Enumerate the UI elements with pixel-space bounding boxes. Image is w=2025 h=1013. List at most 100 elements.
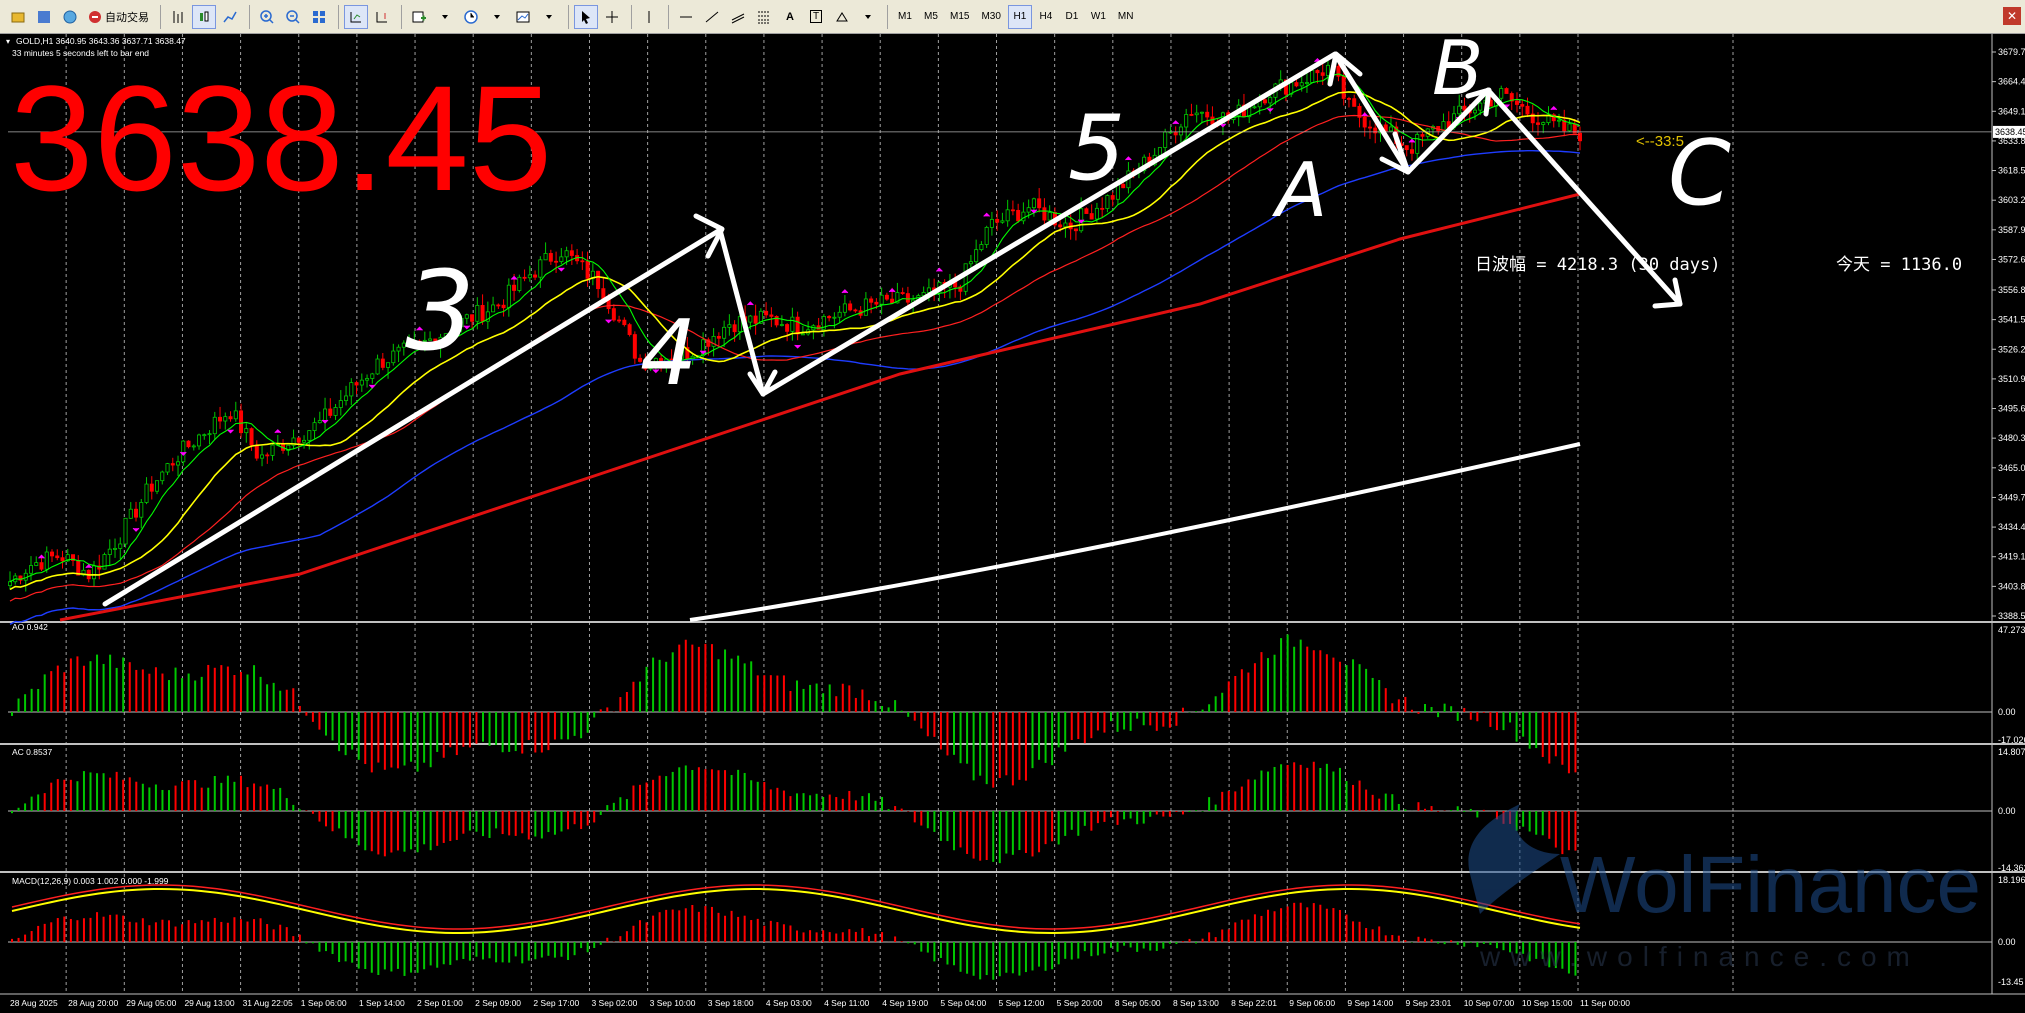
candle-body xyxy=(995,218,1000,223)
timeframe-w1-button[interactable]: W1 xyxy=(1086,5,1111,29)
candle-body xyxy=(764,310,769,316)
channel-icon[interactable] xyxy=(726,5,750,29)
toolbar-separator xyxy=(668,4,669,29)
tile-windows-icon[interactable] xyxy=(307,5,331,29)
price-scale-label: 3618.50 xyxy=(1998,166,2025,176)
price-scale-label: 3664.40 xyxy=(1998,77,2025,87)
close-icon[interactable]: ✕ xyxy=(2003,7,2021,25)
fractal-up-icon xyxy=(841,289,849,294)
templates-icon[interactable] xyxy=(511,5,535,29)
candle-body xyxy=(585,260,590,279)
timeframe-h1-button[interactable]: H1 xyxy=(1007,4,1032,29)
new-order-icon[interactable] xyxy=(6,5,30,29)
dropdown-arrow-icon[interactable] xyxy=(537,5,561,29)
candle-body xyxy=(333,407,338,416)
indicators-icon[interactable] xyxy=(407,5,431,29)
price-scale-label: 3510.95 xyxy=(1998,374,2025,384)
candle-body xyxy=(328,408,333,416)
candle-body xyxy=(1420,134,1425,137)
dropdown-arrow-icon[interactable] xyxy=(433,5,457,29)
trendline-icon[interactable] xyxy=(700,5,724,29)
fibonacci-icon[interactable] xyxy=(752,5,776,29)
candle-body xyxy=(1073,228,1078,232)
text-label-tool-button[interactable]: T xyxy=(804,5,828,29)
candle-body xyxy=(317,420,322,424)
auto-scroll-icon[interactable] xyxy=(344,4,368,29)
auto-trading-icon xyxy=(89,10,101,23)
timeframe-m15-button[interactable]: M15 xyxy=(945,5,974,29)
chart-shift-icon[interactable] xyxy=(370,5,394,29)
candle-body xyxy=(349,382,354,397)
candle-body xyxy=(144,483,149,503)
candle-body xyxy=(60,557,65,562)
candle-body xyxy=(375,358,380,375)
toolbar-separator xyxy=(631,4,632,29)
chart-canvas[interactable]: 3679.703664.403649.103633.803618.503603.… xyxy=(0,34,2025,1013)
zoom-in-icon[interactable] xyxy=(255,5,279,29)
candle-body xyxy=(769,314,774,317)
timeframe-m1-button[interactable]: M1 xyxy=(893,5,917,29)
vertical-line-icon[interactable] xyxy=(637,5,661,29)
fractal-up-icon xyxy=(747,301,754,306)
periods-clock-icon[interactable] xyxy=(459,5,483,29)
candle-body xyxy=(1352,98,1357,107)
time-axis-label: 29 Aug 05:00 xyxy=(126,998,176,1008)
candle-body xyxy=(386,362,391,368)
candle-body xyxy=(800,333,805,336)
fractal-up-icon xyxy=(1550,106,1558,111)
time-axis-label: 1 Sep 14:00 xyxy=(359,998,405,1008)
candle-body xyxy=(559,256,564,262)
candle-body xyxy=(1178,126,1183,136)
candle-body xyxy=(842,303,847,313)
chart-window[interactable]: 3679.703664.403649.103633.803618.503603.… xyxy=(0,34,2025,1013)
fractal-up-icon xyxy=(1408,138,1416,143)
candle-body xyxy=(391,350,396,364)
timeframe-m5-button[interactable]: M5 xyxy=(919,5,943,29)
text-tool-button[interactable]: A xyxy=(778,5,802,29)
price-scale-label: 3388.55 xyxy=(1998,611,2025,621)
dropdown-arrow-icon[interactable] xyxy=(485,5,509,29)
price-scale-label: 3449.75 xyxy=(1998,492,2025,502)
horizontal-line-icon[interactable] xyxy=(674,5,698,29)
cursor-icon[interactable] xyxy=(574,4,598,29)
timeframe-h4-button[interactable]: H4 xyxy=(1034,5,1058,29)
price-scale-label: 3465.05 xyxy=(1998,463,2025,473)
candle-body xyxy=(118,543,123,549)
crosshair-icon[interactable] xyxy=(600,5,624,29)
time-axis-label: 3 Sep 02:00 xyxy=(591,998,637,1008)
market-watch-icon[interactable] xyxy=(32,5,56,29)
candle-body xyxy=(1541,122,1546,125)
candle-body xyxy=(1199,111,1204,114)
candle-body xyxy=(890,298,895,304)
candle-body xyxy=(517,276,522,291)
navigator-icon[interactable] xyxy=(58,5,82,29)
candle-body xyxy=(1346,98,1351,100)
time-axis-label: 8 Sep 05:00 xyxy=(1115,998,1161,1008)
candle-body xyxy=(233,410,238,420)
bar-chart-icon[interactable] xyxy=(166,5,190,29)
dropdown-arrow-icon[interactable] xyxy=(856,5,880,29)
candle-body xyxy=(1504,88,1509,94)
candle-body xyxy=(617,319,622,322)
auto-trading-button[interactable]: 自动交易 xyxy=(84,5,153,29)
candle-body xyxy=(491,304,496,313)
candle-body xyxy=(207,433,212,436)
candle-body xyxy=(853,309,858,312)
zoom-out-icon[interactable] xyxy=(281,5,305,29)
candle-body xyxy=(1388,126,1393,132)
fractal-down-icon xyxy=(368,384,376,389)
arrows-icon[interactable] xyxy=(830,5,854,29)
candle-body xyxy=(50,551,55,557)
line-chart-icon[interactable] xyxy=(218,5,242,29)
candle-body xyxy=(1021,211,1026,222)
ma-slow-red-line xyxy=(59,192,1581,622)
candle-body xyxy=(543,253,548,261)
price-scale-label: 3556.85 xyxy=(1998,285,2025,295)
candle-body xyxy=(926,287,931,293)
timeframe-d1-button[interactable]: D1 xyxy=(1060,5,1084,29)
timeframe-mn-button[interactable]: MN xyxy=(1113,5,1139,29)
current-price-tag: 3638.45 xyxy=(1995,127,2025,137)
candlestick-icon[interactable] xyxy=(192,4,216,29)
time-axis-label: 28 Aug 20:00 xyxy=(68,998,118,1008)
timeframe-m30-button[interactable]: M30 xyxy=(976,5,1005,29)
